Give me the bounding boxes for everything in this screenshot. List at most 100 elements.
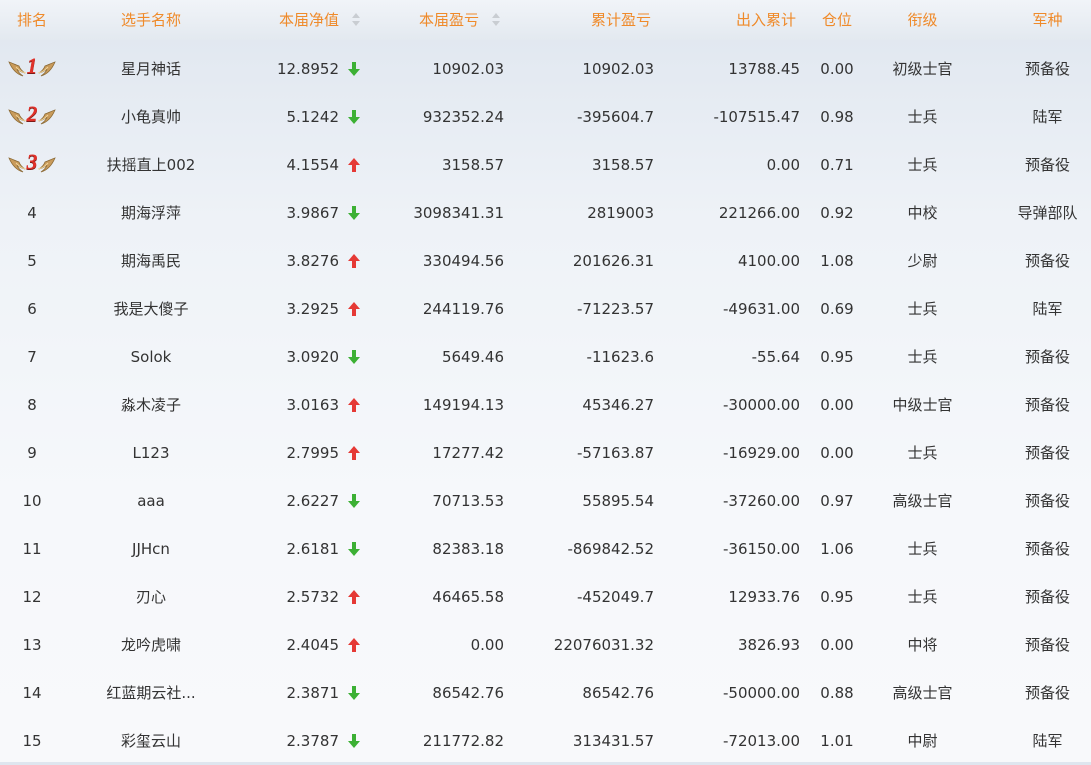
- military-branch: 预备役: [1024, 588, 1070, 606]
- total-profit-loss: 10902.03: [582, 60, 654, 78]
- total-profit-loss: -452049.7: [577, 588, 654, 606]
- rank-number: 10: [22, 492, 42, 510]
- arrow-down-icon: [347, 717, 361, 765]
- rank-title-header: 衔级: [907, 11, 938, 29]
- cumulative-flow: -49631.00: [723, 300, 800, 318]
- player-name[interactable]: 扶摇直上002: [90, 141, 212, 189]
- player-name[interactable]: 星月神话: [90, 45, 212, 93]
- position-ratio: 0.71: [820, 156, 854, 174]
- rank-number: 12: [22, 588, 42, 606]
- current-profit-loss: 330494.56: [422, 252, 504, 270]
- position-ratio: 0.97: [820, 492, 854, 510]
- current-profit-loss: 932352.24: [422, 108, 504, 126]
- current-net-value: 3.0163: [286, 396, 340, 414]
- position-ratio: 0.00: [820, 60, 854, 78]
- current-profit-loss: 10902.03: [432, 60, 504, 78]
- position-ratio: 0.92: [820, 204, 854, 222]
- military-branch: 预备役: [1024, 252, 1070, 270]
- position-ratio: 0.98: [820, 108, 854, 126]
- military-branch: 导弹部队: [1017, 204, 1078, 222]
- gold-wing-medal-icon: 3: [6, 149, 58, 181]
- current-profit-loss: 86542.76: [432, 684, 504, 702]
- rank-title: 士兵: [907, 348, 938, 366]
- rank-title: 士兵: [907, 444, 938, 462]
- sort-icon[interactable]: [492, 13, 500, 27]
- player-name-header: 选手名称: [120, 11, 181, 29]
- rank-title: 少尉: [907, 252, 938, 270]
- current-profit-loss: 82383.18: [432, 540, 504, 558]
- cumulative-flow: 0.00: [766, 156, 800, 174]
- table-row: 10 aaa 2.6227 70713.53 55895.54 -37260.00 0.97…: [0, 477, 1091, 525]
- total-profit-loss: 45346.27: [582, 396, 654, 414]
- rank-title: 士兵: [907, 300, 938, 318]
- position-ratio: 0.69: [820, 300, 854, 318]
- rank-number: 7: [27, 348, 37, 366]
- player-name[interactable]: JJHcn: [90, 525, 212, 573]
- arrow-down-icon: [347, 477, 361, 525]
- player-name[interactable]: 小龟真帅: [90, 93, 212, 141]
- arrow-down-icon: [347, 669, 361, 717]
- current-profit-loss-header[interactable]: 本届盈亏: [380, 0, 479, 40]
- rank-title: 中级士官: [892, 396, 953, 414]
- cumulative-flow: -50000.00: [723, 684, 800, 702]
- player-name[interactable]: 彩玺云山: [90, 717, 212, 765]
- military-branch: 预备役: [1024, 540, 1070, 558]
- current-profit-loss: 211772.82: [422, 732, 504, 750]
- current-profit-loss: 3098341.31: [413, 204, 504, 222]
- player-name[interactable]: Solok: [90, 333, 212, 381]
- rank-title: 高级士官: [892, 684, 953, 702]
- arrow-up-icon: [347, 621, 361, 669]
- total-profit-loss: 313431.57: [572, 732, 654, 750]
- current-net-value-header[interactable]: 本届净值: [245, 0, 339, 40]
- player-name[interactable]: 龙吟虎啸: [90, 621, 212, 669]
- rank-title: 中尉: [907, 732, 938, 750]
- rank-number: 5: [27, 252, 37, 270]
- military-branch: 预备役: [1024, 348, 1070, 366]
- arrow-down-icon: [347, 189, 361, 237]
- player-name[interactable]: 期海禹民: [90, 237, 212, 285]
- total-profit-loss: -71223.57: [577, 300, 654, 318]
- player-name[interactable]: 我是大傻子: [90, 285, 212, 333]
- military-branch: 预备役: [1024, 684, 1070, 702]
- rank-title: 初级士官: [892, 60, 953, 78]
- position-ratio: 1.08: [820, 252, 854, 270]
- sort-icon[interactable]: [352, 13, 360, 27]
- table-row: 9 L123 2.7995 17277.42 -57163.87 -16929.00 0.0…: [0, 429, 1091, 477]
- military-branch: 预备役: [1024, 444, 1070, 462]
- gold-wing-medal-icon: 2: [6, 101, 58, 133]
- rank-number: 4: [27, 204, 37, 222]
- rank-number: 6: [27, 300, 37, 318]
- military-branch: 预备役: [1024, 636, 1070, 654]
- player-name[interactable]: L123: [90, 429, 212, 477]
- medal-rank-number: 3: [26, 149, 38, 174]
- total-profit-loss-header: 累计盈亏: [590, 11, 651, 29]
- rank-header: 排名: [16, 11, 47, 29]
- arrow-up-icon: [347, 429, 361, 477]
- table-row: 4 期海浮萍 3.9867 3098341.31 2819003 221266.00 0.9…: [0, 189, 1091, 237]
- rank-number: 11: [22, 540, 42, 558]
- current-net-value: 3.0920: [286, 348, 340, 366]
- table-row: 3 扶摇直上002 4.1554 3158.57 3158.57 0.00 0.71 士兵 预备…: [0, 141, 1091, 189]
- rank-title: 士兵: [907, 588, 938, 606]
- cumulative-flow: -37260.00: [723, 492, 800, 510]
- current-profit-loss: 70713.53: [432, 492, 504, 510]
- table-row: 11 JJHcn 2.6181 82383.18 -869842.52 -36150.00…: [0, 525, 1091, 573]
- position-ratio: 0.00: [820, 396, 854, 414]
- player-name[interactable]: 刃心: [90, 573, 212, 621]
- table-row: 5 期海禹民 3.8276 330494.56 201626.31 4100.00 1.08…: [0, 237, 1091, 285]
- current-net-value: 2.7995: [286, 444, 340, 462]
- arrow-down-icon: [347, 93, 361, 141]
- player-name[interactable]: 淼木凌子: [90, 381, 212, 429]
- player-name[interactable]: 红蓝期云社...: [90, 669, 212, 717]
- rank-number: 13: [22, 636, 42, 654]
- rank-title: 士兵: [907, 540, 938, 558]
- player-name[interactable]: 期海浮萍: [90, 189, 212, 237]
- table-row: 2 小龟真帅 5.1242 932352.24 -395604.7 -107515.47 0…: [0, 93, 1091, 141]
- table-row: 7 Solok 3.0920 5649.46 -11623.6 -55.64 0.95 士兵 预…: [0, 333, 1091, 381]
- player-name[interactable]: aaa: [90, 477, 212, 525]
- current-net-value: 2.3787: [286, 732, 340, 750]
- cumulative-flow: 13788.45: [728, 60, 800, 78]
- position-ratio: 0.95: [820, 588, 854, 606]
- cumulative-flow: -107515.47: [713, 108, 800, 126]
- cumulative-flow: 221266.00: [718, 204, 800, 222]
